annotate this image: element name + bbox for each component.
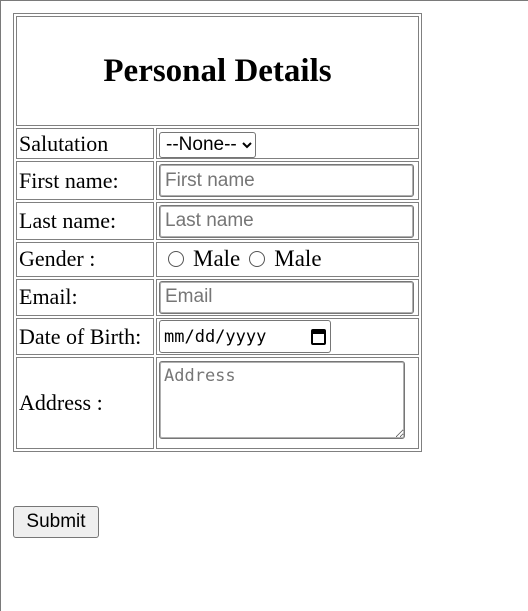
gender-label: Gender : [16,242,154,277]
address-label: Address : [16,357,154,449]
salutation-cell: --None-- [156,128,419,160]
dob-label: Date of Birth: [16,318,154,356]
last-name-input[interactable] [159,204,414,238]
gender-option-label-2: Male [274,246,322,272]
email-label: Email: [16,278,154,317]
dob-row: Date of Birth: mm/dd/yyyy [16,318,419,356]
submit-button[interactable]: Submit [13,506,99,538]
gender-cell: Male Male [156,242,419,277]
gender-row: Gender : Male Male [16,242,419,277]
first-name-input[interactable] [159,164,414,198]
calendar-icon[interactable] [311,328,326,345]
window-border-top [0,0,528,1]
first-name-cell [156,161,419,200]
personal-details-table: Personal Details Salutation --None-- Fir… [13,13,422,452]
dob-date-input[interactable]: mm/dd/yyyy [159,320,331,354]
heading-row: Personal Details [16,16,419,127]
address-textarea[interactable] [159,361,405,440]
heading-cell: Personal Details [16,16,419,127]
address-cell [156,357,419,449]
first-name-row: First name: [16,161,419,200]
salutation-row: Salutation --None-- [16,128,419,160]
email-input[interactable] [159,280,414,314]
first-name-label: First name: [16,161,154,200]
salutation-select[interactable]: --None-- [159,131,256,158]
last-name-cell [156,201,419,241]
gender-options: Male Male [159,246,416,272]
dob-date-placeholder: mm/dd/yyyy [164,326,267,347]
address-row: Address : [16,357,419,449]
form-title: Personal Details [103,52,332,89]
window-border-left [0,0,1,611]
email-row: Email: [16,278,419,317]
last-name-label: Last name: [16,201,154,241]
dob-cell: mm/dd/yyyy [156,318,419,356]
last-name-row: Last name: [16,201,419,241]
gender-radio-1[interactable] [168,251,184,268]
salutation-label: Salutation [16,128,154,160]
gender-radio-2[interactable] [249,251,266,268]
email-cell [156,278,419,317]
gender-option-label-1: Male [193,246,241,272]
